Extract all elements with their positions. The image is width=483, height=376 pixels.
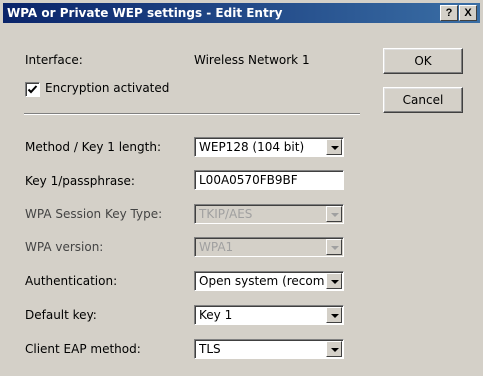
close-button[interactable]: X xyxy=(459,5,477,21)
session-key-type-value: TKIP/AES xyxy=(199,207,253,221)
interface-value: Wireless Network 1 xyxy=(194,53,310,67)
method-select[interactable]: WEP128 (104 bit) xyxy=(194,137,344,157)
interface-label: Interface: xyxy=(25,53,83,67)
session-key-type-label: WPA Session Key Type: xyxy=(25,207,163,221)
encryption-checkbox[interactable] xyxy=(25,82,40,97)
ok-button[interactable]: OK xyxy=(383,48,463,74)
encryption-label[interactable]: Encryption activated xyxy=(45,81,169,95)
session-key-type-select: TKIP/AES xyxy=(194,204,344,224)
title-bar[interactable]: WPA or Private WEP settings - Edit Entry… xyxy=(3,3,480,23)
default-key-label: Default key: xyxy=(25,308,97,322)
key-label: Key 1/passphrase: xyxy=(25,174,135,188)
method-label: Method / Key 1 length: xyxy=(25,140,161,154)
edit-entry-dialog: WPA or Private WEP settings - Edit Entry… xyxy=(0,0,483,376)
chevron-down-icon[interactable] xyxy=(326,307,342,323)
wpa-version-label: WPA version: xyxy=(25,240,104,254)
key-passphrase-value: L00A0570FB9BF xyxy=(199,173,298,187)
help-button[interactable]: ? xyxy=(440,5,458,21)
separator xyxy=(24,113,360,115)
chevron-down-icon xyxy=(326,239,342,255)
method-value: WEP128 (104 bit) xyxy=(199,140,305,154)
checkmark-icon xyxy=(27,85,38,94)
authentication-value: Open system (recom xyxy=(199,274,325,288)
default-key-select[interactable]: Key 1 xyxy=(194,305,344,325)
default-key-value: Key 1 xyxy=(199,308,233,322)
key-passphrase-input[interactable]: L00A0570FB9BF xyxy=(194,170,344,190)
wpa-version-select: WPA1 xyxy=(194,237,344,257)
chevron-down-icon[interactable] xyxy=(326,273,342,289)
window-title: WPA or Private WEP settings - Edit Entry xyxy=(7,6,283,20)
eap-method-select[interactable]: TLS xyxy=(194,339,344,359)
chevron-down-icon[interactable] xyxy=(326,341,342,357)
eap-method-label: Client EAP method: xyxy=(25,342,141,356)
authentication-label: Authentication: xyxy=(25,274,118,288)
authentication-select[interactable]: Open system (recom xyxy=(194,271,344,291)
chevron-down-icon xyxy=(326,206,342,222)
eap-method-value: TLS xyxy=(199,342,221,356)
chevron-down-icon[interactable] xyxy=(326,139,342,155)
cancel-button[interactable]: Cancel xyxy=(383,87,463,113)
wpa-version-value: WPA1 xyxy=(199,240,234,254)
